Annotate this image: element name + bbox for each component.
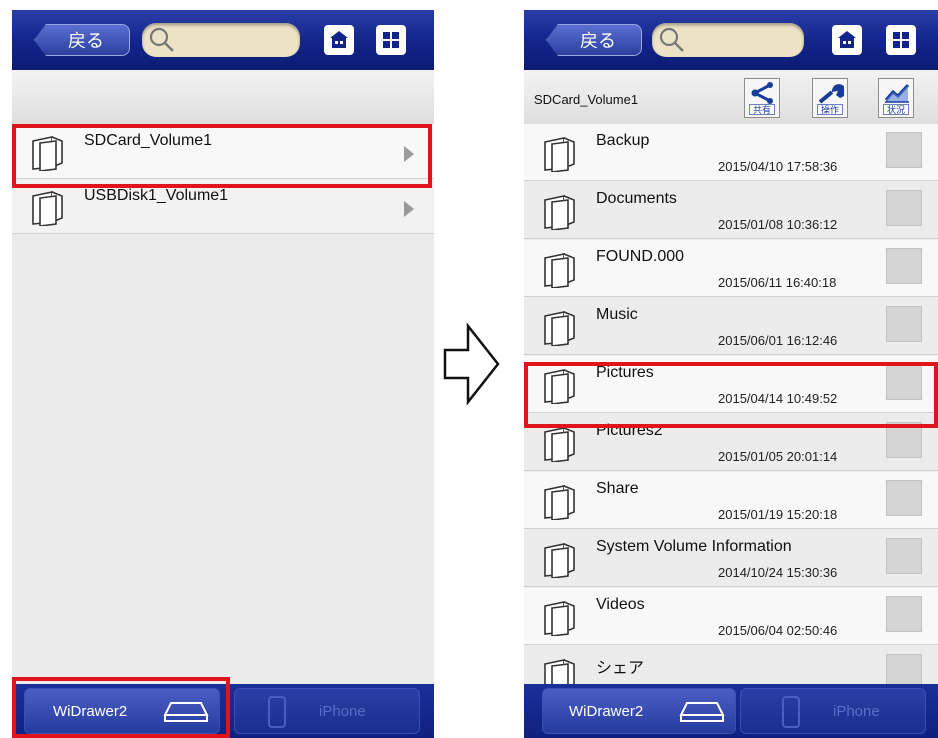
tab-label: iPhone (319, 703, 366, 720)
sub-header: SDCard_Volume1 共有 操作 状況 (524, 70, 938, 125)
select-checkbox[interactable] (886, 132, 922, 168)
home-icon (838, 31, 856, 48)
modified-date: 2015/01/08 10:36:12 (718, 217, 838, 232)
share-label: 共有 (749, 104, 775, 115)
drive-icon (679, 702, 725, 722)
operation-label: 操作 (817, 104, 843, 115)
highlight-box (12, 677, 230, 738)
folder-name: FOUND.000 (596, 248, 685, 265)
folder-name: Backup (596, 132, 650, 149)
volume-title: SDCard_Volume1 (534, 92, 639, 107)
folder-icon (544, 195, 575, 230)
list-item[interactable]: Backup 2015/04/10 17:58:36 (524, 124, 938, 181)
folder-name: System Volume Information (596, 538, 792, 555)
operation-button[interactable]: 操作 (812, 78, 848, 118)
status-label: 状況 (883, 104, 909, 115)
folder-icon (544, 485, 575, 520)
select-checkbox[interactable] (886, 538, 922, 574)
tab-label: iPhone (833, 703, 880, 720)
select-checkbox[interactable] (886, 480, 922, 516)
home-button[interactable] (324, 25, 354, 55)
select-checkbox[interactable] (886, 248, 922, 284)
list-item[interactable]: Music 2015/06/01 16:12:46 (524, 298, 938, 355)
top-bar: 戻る (12, 10, 434, 70)
highlight-box (524, 362, 938, 428)
modified-date: 2015/06/11 16:40:18 (718, 275, 837, 290)
folder-icon (544, 137, 575, 172)
home-button[interactable] (832, 25, 862, 55)
arrow-right-icon (443, 322, 500, 406)
tab-iphone[interactable]: iPhone (740, 688, 926, 734)
folder-name: Music (596, 306, 638, 323)
modified-date: 2015/01/05 20:01:14 (718, 449, 838, 464)
folder-icon (544, 253, 575, 288)
folder-name: Videos (596, 596, 645, 613)
tab-widrawer2[interactable]: WiDrawer2 (542, 688, 736, 734)
folder-icon (544, 543, 575, 578)
folder-name: USBDisk1_Volume1 (84, 187, 229, 204)
chevron-right-icon (404, 201, 414, 217)
search-icon (659, 27, 684, 52)
select-checkbox[interactable] (886, 596, 922, 632)
grid-view-button[interactable] (886, 25, 916, 55)
bottom-tab-bar: WiDrawer2 iPhone (524, 684, 938, 738)
status-button[interactable]: 状況 (878, 78, 914, 118)
sub-header (12, 70, 434, 125)
modified-date: 2014/10/24 15:30:36 (718, 565, 838, 580)
search-icon (149, 27, 174, 52)
home-icon (330, 31, 348, 48)
search-field[interactable] (142, 23, 300, 57)
grid-icon (383, 32, 399, 48)
list-item[interactable]: Documents 2015/01/08 10:36:12 (524, 182, 938, 239)
modified-date: 2015/01/19 15:20:18 (718, 507, 838, 522)
search-field[interactable] (652, 23, 804, 57)
list-item[interactable]: System Volume Information 2014/10/24 15:3… (524, 530, 938, 587)
back-button[interactable]: 戻る (546, 24, 642, 56)
share-icon (751, 82, 773, 104)
share-button[interactable]: 共有 (744, 78, 780, 118)
phone-icon (782, 696, 800, 728)
phone-icon (268, 696, 286, 728)
select-checkbox[interactable] (886, 190, 922, 226)
operation-icon (818, 84, 844, 104)
modified-date: 2015/06/01 16:12:46 (718, 333, 838, 348)
list-item[interactable]: Share 2015/01/19 15:20:18 (524, 472, 938, 529)
folder-name: Share (596, 480, 639, 497)
folder-icon (544, 427, 575, 462)
folder-icon (544, 601, 575, 636)
left-screen: 戻る SDCard_Volume1 USBDisk1_Volume1 WiDra… (12, 10, 434, 738)
top-bar: 戻る (524, 10, 938, 70)
modified-date: 2015/04/10 17:58:36 (718, 159, 838, 174)
tab-label: WiDrawer2 (569, 703, 644, 720)
folder-icon (544, 311, 575, 346)
grid-icon (893, 32, 909, 48)
select-checkbox[interactable] (886, 306, 922, 342)
status-chart-icon (884, 83, 910, 103)
list-item[interactable]: Videos 2015/06/04 02:50:46 (524, 588, 938, 645)
highlight-box (12, 124, 432, 188)
folder-icon (32, 191, 63, 226)
folder-name: シェア (596, 660, 645, 677)
list-item[interactable]: FOUND.000 2015/06/11 16:40:18 (524, 240, 938, 297)
back-button[interactable]: 戻る (34, 24, 130, 56)
grid-view-button[interactable] (376, 25, 406, 55)
volume-list: SDCard_Volume1 USBDisk1_Volume1 (12, 124, 434, 684)
folder-name: Documents (596, 190, 677, 207)
modified-date: 2015/06/04 02:50:46 (718, 623, 838, 638)
tab-iphone[interactable]: iPhone (234, 688, 420, 734)
